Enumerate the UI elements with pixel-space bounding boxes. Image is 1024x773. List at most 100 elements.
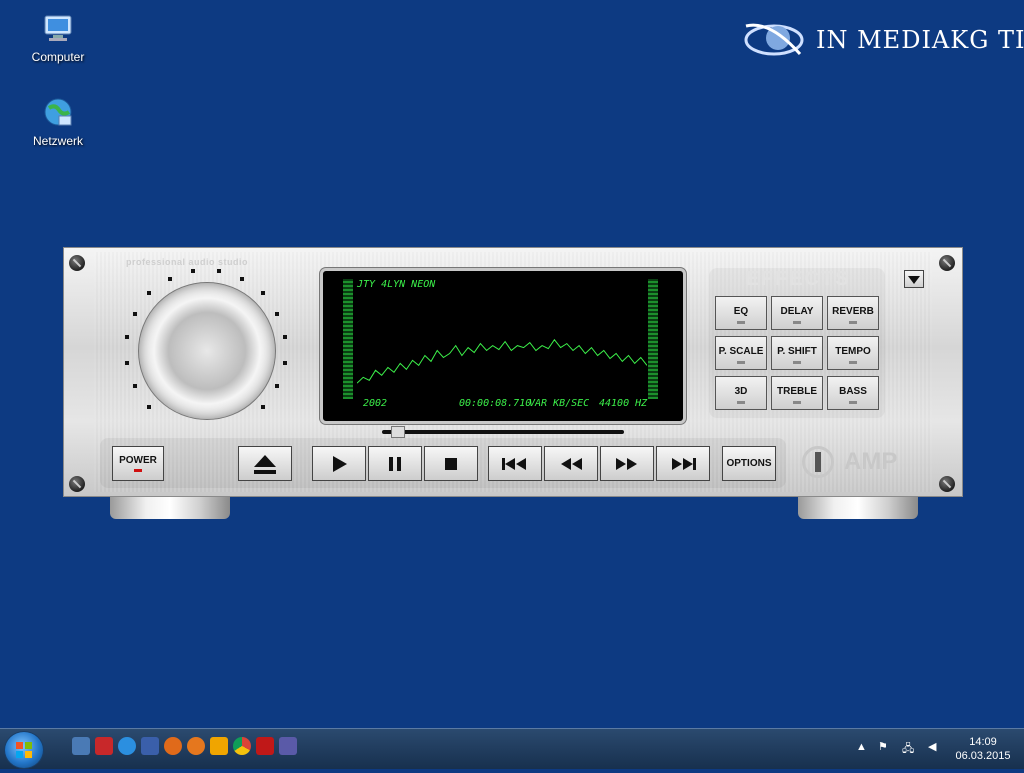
speaker-icon[interactable]: ◀ <box>928 740 936 753</box>
audio-player[interactable]: professional audio studio JTY 4LYN NEON … <box>63 247 963 497</box>
3d-label: 3D <box>734 386 748 397</box>
led-indicator <box>849 361 857 364</box>
lcd-display: JTY 4LYN NEON 2002 00:00:08.710 VAR KB/S… <box>320 268 686 424</box>
volume-tick <box>260 404 265 409</box>
delay-button[interactable]: DELAY <box>771 296 823 330</box>
desktop-icon-computer[interactable]: Computer <box>18 12 98 64</box>
volume-tick <box>124 335 129 340</box>
desktop-icon-label: Netzwerk <box>32 134 83 148</box>
volume-tick <box>191 268 196 273</box>
options-label: OPTIONS <box>726 458 772 469</box>
options-button[interactable]: OPTIONS <box>722 446 776 481</box>
led-indicator <box>737 321 745 324</box>
save-disk-icon[interactable] <box>141 737 159 755</box>
previous-track-button[interactable] <box>488 446 542 481</box>
vu-meter-right <box>648 279 658 399</box>
time-readout: 00:00:08.710 <box>459 398 532 409</box>
player-foot-left <box>110 497 230 519</box>
tempo-button[interactable]: TEMPO <box>827 336 879 370</box>
show-desktop-icon[interactable] <box>72 737 90 755</box>
skip-forward-icon <box>672 457 696 470</box>
fast-forward-button[interactable] <box>600 446 654 481</box>
pause-button[interactable] <box>368 446 422 481</box>
reverb-button[interactable]: REVERB <box>827 296 879 330</box>
skip-back-icon <box>502 457 526 470</box>
eq-label: EQ <box>733 306 749 317</box>
bitrate-readout: VAR KB/SEC <box>529 398 590 409</box>
rewind-icon <box>561 457 582 470</box>
player-foot-right <box>798 497 918 519</box>
led-indicator <box>737 361 745 364</box>
treble-label: TREBLE <box>777 386 817 397</box>
screw-icon <box>69 255 85 271</box>
pause-icon <box>389 456 401 471</box>
volume-tick <box>240 276 245 281</box>
pitch-scale-button[interactable]: P. SCALE <box>715 336 767 370</box>
rewind-button[interactable] <box>544 446 598 481</box>
bass-label: BASS <box>839 386 867 397</box>
treble-button[interactable]: TREBLE <box>771 376 823 410</box>
media-app-icon[interactable] <box>164 737 182 755</box>
network-tray-icon[interactable]: 🖧 <box>902 740 914 759</box>
vu-meter-left <box>343 279 353 399</box>
volume-tick <box>147 291 152 296</box>
seek-track[interactable] <box>382 430 624 434</box>
desktop-icon-label: Computer <box>31 50 85 64</box>
tray-expand-icon[interactable]: ▲ <box>856 741 867 753</box>
screw-icon <box>69 476 85 492</box>
filezilla-icon[interactable] <box>95 737 113 755</box>
amp-logo: AMP <box>802 444 922 484</box>
flag-icon[interactable]: ⚑ <box>878 740 888 753</box>
seek-handle[interactable] <box>390 426 405 438</box>
start-button[interactable] <box>4 731 44 769</box>
led-indicator <box>793 401 801 404</box>
menu-dropdown-button[interactable] <box>904 270 924 288</box>
globe-logo-icon <box>744 23 804 56</box>
pitch-shift-button[interactable]: P. SHIFT <box>771 336 823 370</box>
watermark-text: IN MEDIAKG TI <box>816 26 1024 54</box>
waveform-display <box>357 338 647 384</box>
power-button[interactable]: POWER <box>112 446 164 481</box>
reverb-label: REVERB <box>832 306 874 317</box>
play-button[interactable] <box>312 446 366 481</box>
volume-tick <box>283 360 287 365</box>
volume-tick <box>216 268 221 273</box>
power-led <box>134 469 142 472</box>
windows-logo-icon <box>16 742 32 758</box>
desktop-icon-network[interactable]: Netzwerk <box>18 96 98 148</box>
eq-button[interactable]: EQ <box>715 296 767 330</box>
volume-tick <box>275 384 280 389</box>
book-app-icon[interactable] <box>256 737 274 755</box>
chrome-icon[interactable] <box>233 737 251 755</box>
office-app-icon[interactable] <box>210 737 228 755</box>
bass-button[interactable]: BASS <box>827 376 879 410</box>
stop-button[interactable] <box>424 446 478 481</box>
screw-icon <box>939 255 955 271</box>
taskbar: ▲ ⚑ 🖧 ◀ 14:09 06.03.2015 <box>0 728 1024 769</box>
volume-tick <box>124 360 129 365</box>
computer-icon <box>41 12 75 46</box>
internet-explorer-icon[interactable] <box>118 737 136 755</box>
volume-tick <box>283 335 287 340</box>
firefox-icon[interactable] <box>187 737 205 755</box>
clock[interactable]: 14:09 06.03.2015 <box>948 735 1018 763</box>
eject-button[interactable] <box>238 446 292 481</box>
volume-tick <box>260 291 265 296</box>
next-track-button[interactable] <box>656 446 710 481</box>
play-icon <box>333 455 347 472</box>
volume-tick <box>132 384 137 389</box>
effects-title: EFFECTS <box>745 268 851 290</box>
year-readout: 2002 <box>363 398 388 409</box>
clock-time: 14:09 <box>969 736 997 748</box>
volume-knob[interactable] <box>138 282 276 420</box>
pitch-scale-label: P. SCALE <box>718 346 764 357</box>
volume-tick <box>167 276 172 281</box>
3d-button[interactable]: 3D <box>715 376 767 410</box>
waveform-line <box>357 338 647 384</box>
screw-icon <box>939 476 955 492</box>
volume-tick <box>132 311 137 316</box>
led-indicator <box>793 321 801 324</box>
amp-logo-bar <box>815 452 821 472</box>
player-app-icon[interactable] <box>279 737 297 755</box>
track-title: JTY 4LYN NEON <box>357 279 436 290</box>
